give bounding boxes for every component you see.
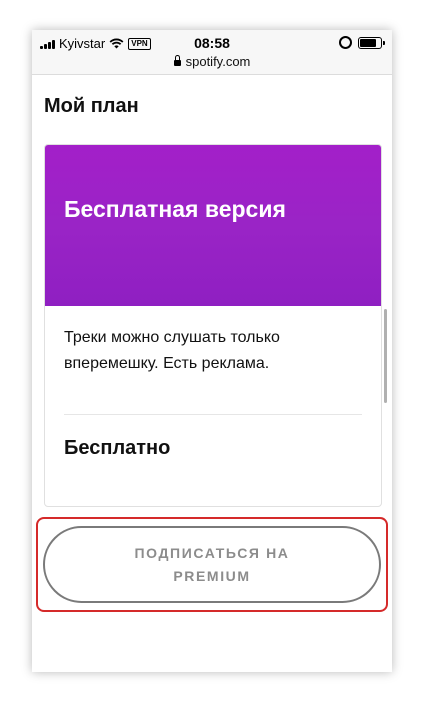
address-bar[interactable]: spotify.com	[32, 54, 392, 69]
plan-name: Бесплатная версия	[64, 196, 286, 222]
url-text: spotify.com	[185, 54, 251, 69]
page-content: Мой план Бесплатная версия Треки можно с…	[32, 75, 392, 672]
plan-price: Бесплатно	[64, 437, 171, 459]
subscribe-premium-label: ПОДПИСАТЬСЯ НА PREMIUM	[134, 544, 290, 584]
page-title: Мой план	[44, 95, 139, 117]
battery-icon	[358, 36, 385, 49]
lock-icon	[173, 55, 181, 66]
plan-header: Бесплатная версия	[45, 145, 381, 306]
subscribe-premium-button[interactable]: ПОДПИСАТЬСЯ НА PREMIUM	[43, 526, 381, 603]
divider	[64, 414, 362, 415]
status-bar: Kyivstar VPN 08:58 spotify.com	[32, 30, 392, 75]
plan-card: Бесплатная версия Треки можно слушать то…	[44, 144, 382, 507]
phone-screen: Kyivstar VPN 08:58 spotify.com Мой план …	[32, 30, 392, 672]
status-right	[339, 36, 385, 49]
status-time: 08:58	[194, 35, 230, 51]
plan-description: Треки можно слушать только вперемешку. Е…	[64, 329, 280, 372]
scrollbar[interactable]	[384, 309, 387, 403]
alarm-icon	[339, 36, 352, 49]
